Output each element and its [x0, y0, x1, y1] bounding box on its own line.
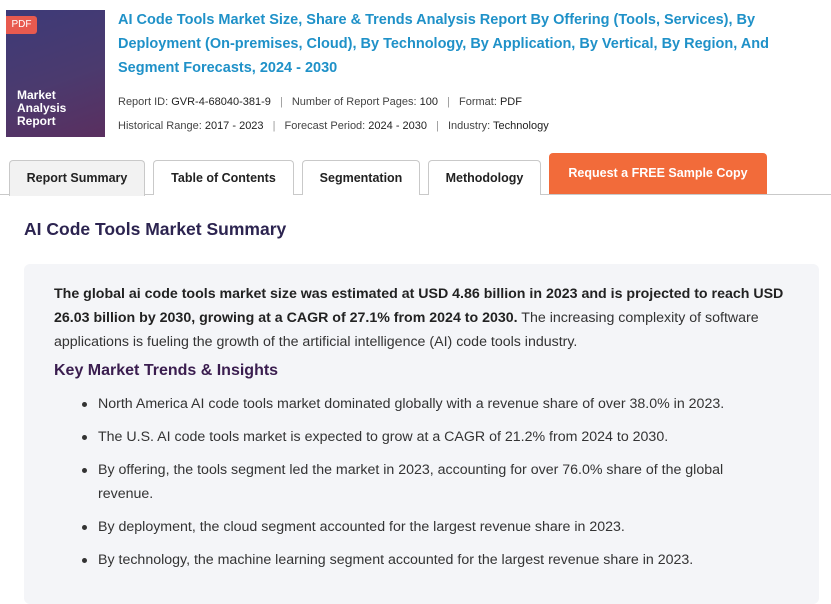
- report-meta-row-1: Report ID: GVR-4-68040-381-9 | Number of…: [118, 96, 522, 108]
- report-id: GVR-4-68040-381-9: [171, 96, 271, 108]
- list-item: North America AI code tools market domin…: [80, 392, 780, 416]
- tab-report-summary[interactable]: Report Summary: [9, 160, 145, 196]
- report-cover-thumbnail[interactable]: PDF Market Analysis Report: [6, 10, 105, 137]
- tab-segmentation[interactable]: Segmentation: [302, 160, 420, 195]
- format-label: Format:: [459, 96, 497, 108]
- summary-heading: AI Code Tools Market Summary: [24, 219, 287, 239]
- list-item-text: By technology, the machine learning segm…: [98, 552, 694, 568]
- tab-table-of-contents[interactable]: Table of Contents: [153, 160, 294, 195]
- historical-range: 2017 - 2023: [204, 120, 264, 132]
- pdf-badge: PDF: [6, 16, 37, 34]
- separator: |: [279, 96, 283, 108]
- separator: |: [272, 120, 276, 132]
- summary-intro: The global ai code tools market size was…: [54, 282, 794, 354]
- list-item: By deployment, the cloud segment account…: [80, 515, 780, 539]
- report-title: AI Code Tools Market Size, Share & Trend…: [118, 12, 769, 76]
- tab-methodology[interactable]: Methodology: [428, 160, 541, 195]
- list-item-text: North America AI code tools market domin…: [98, 396, 725, 412]
- list-item-text: By deployment, the cloud segment account…: [98, 519, 625, 535]
- industry-label: Industry:: [448, 120, 491, 132]
- report-pages: 100: [419, 96, 439, 108]
- report-meta-row-2: Historical Range: 2017 - 2023 | Forecast…: [118, 120, 549, 132]
- cover-title: Market Analysis Report: [17, 89, 66, 128]
- bullet-icon: [82, 558, 87, 563]
- industry-link[interactable]: Technology: [493, 120, 549, 132]
- bullet-icon: [82, 525, 87, 530]
- list-item: By offering, the tools segment led the m…: [80, 458, 780, 506]
- forecast-period: 2024 - 2030: [368, 120, 428, 132]
- request-sample-button[interactable]: Request a FREE Sample Copy: [549, 153, 767, 194]
- cover-line: Report: [17, 114, 56, 128]
- historical-label: Historical Range:: [118, 120, 202, 132]
- bullet-icon: [82, 435, 87, 440]
- separator: |: [447, 96, 450, 108]
- bullet-icon: [82, 402, 87, 407]
- list-item-text: By offering, the tools segment led the m…: [98, 462, 724, 502]
- pages-label: Number of Report Pages:: [291, 96, 417, 108]
- report-format: PDF: [499, 96, 522, 108]
- list-item: By technology, the machine learning segm…: [80, 548, 780, 572]
- list-item-text: The U.S. AI code tools market is expecte…: [98, 429, 669, 445]
- report-id-label: Report ID:: [118, 96, 169, 108]
- trends-list: North America AI code tools market domin…: [80, 392, 780, 581]
- trends-heading: Key Market Trends & Insights: [54, 362, 279, 379]
- forecast-label: Forecast Period:: [284, 120, 366, 132]
- bullet-icon: [82, 468, 87, 473]
- list-item: The U.S. AI code tools market is expecte…: [80, 425, 780, 449]
- separator: |: [436, 120, 439, 132]
